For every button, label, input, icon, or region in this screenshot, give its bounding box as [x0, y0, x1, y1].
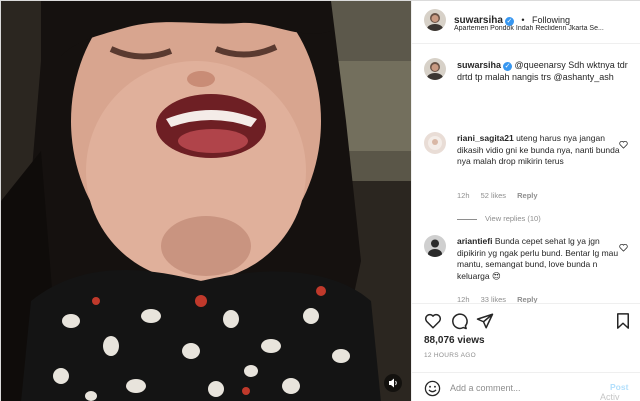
volume-button[interactable]: [383, 373, 403, 393]
caption: suwarsiha ✓ @queenarsy Sdh wktnya tdr drt…: [424, 58, 634, 108]
post-video[interactable]: [1, 1, 411, 401]
activate-windows-watermark: Activ: [600, 392, 620, 401]
comment-item: riani_sagita21 uteng harus nya jangan di…: [424, 132, 634, 242]
caption-username[interactable]: suwarsiha: [457, 60, 501, 70]
view-replies[interactable]: View replies (10): [457, 214, 637, 223]
verified-icon: ✓: [503, 62, 513, 71]
caption-avatar[interactable]: [424, 58, 446, 80]
comment-likes[interactable]: 33 likes: [481, 295, 506, 303]
comment-icon[interactable]: [450, 312, 468, 330]
view-replies-label: View replies (10): [485, 214, 541, 223]
comment-username[interactable]: riani_sagita21: [457, 133, 514, 143]
heart-icon[interactable]: [619, 243, 628, 252]
comment-time: 12h: [457, 191, 470, 200]
comment-meta: 12h 52 likes Reply: [457, 191, 547, 200]
emoji-icon[interactable]: [424, 380, 441, 397]
comment-username[interactable]: ariantiefi: [457, 236, 492, 246]
speaker-icon: [384, 374, 402, 392]
add-comment-bar: Post Activ: [412, 372, 640, 401]
share-icon[interactable]: [476, 312, 494, 330]
post-header: suwarsiha ✓ • Following Apartemen Pondok …: [412, 1, 640, 44]
comment-avatar[interactable]: [424, 132, 446, 154]
video-frame: [1, 1, 411, 401]
reply-button[interactable]: Reply: [517, 191, 537, 200]
more-icon: [626, 9, 638, 29]
comment-likes[interactable]: 52 likes: [481, 191, 506, 200]
more-options-button[interactable]: [626, 9, 638, 29]
views-count[interactable]: 88,076 views: [424, 335, 485, 346]
instagram-post: suwarsiha ✓ • Following Apartemen Pondok …: [0, 0, 640, 401]
separator: •: [521, 15, 525, 25]
location-link[interactable]: Apartemen Pondok Indah Reclidenn Jkarta …: [454, 25, 640, 32]
comment-item: ariantiefi Bunda cepet sehat lg ya jgn d…: [424, 235, 634, 303]
comment-meta: 12h 33 likes Reply: [457, 295, 547, 303]
heart-icon[interactable]: [424, 312, 442, 330]
comment-avatar[interactable]: [424, 235, 446, 257]
heart-icon[interactable]: [619, 140, 628, 149]
reply-button[interactable]: Reply: [517, 295, 537, 303]
post-time[interactable]: 12 HOURS AGO: [424, 352, 476, 359]
post-button[interactable]: Post: [610, 382, 628, 392]
replies-line: [457, 218, 477, 220]
bookmark-icon[interactable]: [614, 312, 632, 330]
post-sidebar: suwarsiha ✓ • Following Apartemen Pondok …: [411, 1, 640, 401]
post-actions: 88,076 views 12 HOURS AGO Post Activ: [412, 303, 640, 401]
avatar[interactable]: [424, 9, 446, 31]
comments-area[interactable]: suwarsiha ✓ @queenarsy Sdh wktnya tdr drt…: [412, 45, 640, 303]
add-comment-input[interactable]: [450, 381, 600, 395]
comment-time: 12h: [457, 295, 470, 303]
following-button[interactable]: Following: [532, 15, 570, 25]
